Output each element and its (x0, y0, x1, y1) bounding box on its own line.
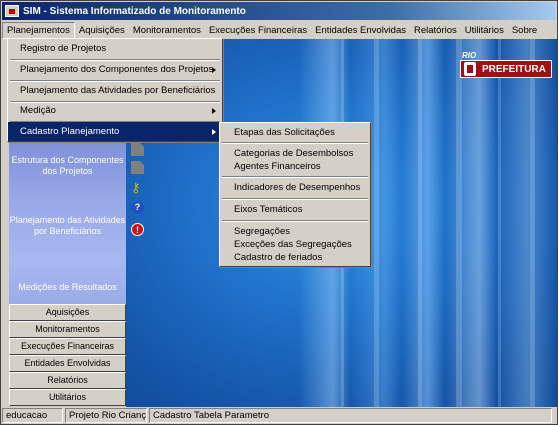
prefeitura-logo: RIO PREFEITURA (460, 51, 552, 89)
submenu-item-excecoes-segregacoes[interactable]: Exceções das Segregações (220, 238, 370, 251)
document-icon[interactable] (131, 161, 144, 174)
menu-item-planejamento-componentes[interactable]: Planejamento dos Componentes dos Projeto… (8, 60, 222, 80)
submenu-item-label: Segregações (234, 226, 290, 237)
submenu-item-indicadores-desempenhos[interactable]: Indicadores de Desempenhos (220, 181, 370, 194)
status-bar: educacao Projeto Rio Criança Cadastro Ta… (2, 407, 556, 424)
sidebar-relatorios-button[interactable]: Relatórios (9, 372, 126, 389)
menu-item-label: Cadastro Planejamento (20, 126, 120, 137)
menu-item-medicao[interactable]: Medição (8, 101, 222, 121)
submenu-item-etapas-solicitacoes[interactable]: Etapas das Solicitações (220, 126, 370, 139)
submenu-item-cadastro-feriados[interactable]: Cadastro de feriados (220, 251, 370, 264)
document-icon[interactable] (131, 143, 144, 156)
submenu-item-agentes-financeiros[interactable]: Agentes Financeiros (220, 160, 370, 173)
submenu-arrow-icon (212, 129, 216, 135)
menu-item-label: Planejamento das Atividades por Benefici… (20, 85, 216, 96)
cadastro-planejamento-submenu: Etapas das Solicitações Categorias de De… (219, 122, 371, 267)
menu-aquisicoes[interactable]: Aquisições (75, 23, 129, 38)
title-bar[interactable]: SIM - Sistema Informatizado de Monitoram… (2, 2, 556, 20)
menu-execucoes-financeiras[interactable]: Execuções Financeiras (205, 23, 311, 38)
desktop-stripe (456, 39, 462, 407)
desktop-stripe (498, 39, 501, 407)
sidebar-monitoramentos-button[interactable]: Monitoramentos (9, 321, 126, 338)
submenu-item-label: Categorias de Desembolsos (234, 148, 354, 159)
submenu-item-categorias-desembolsos[interactable]: Categorias de Desembolsos (220, 147, 370, 160)
submenu-arrow-icon (212, 108, 216, 114)
menu-item-label: Medição (20, 105, 56, 116)
logo-main-text: PREFEITURA (482, 63, 546, 75)
menu-separator (222, 198, 368, 200)
submenu-item-label: Indicadores de Desempenhos (234, 182, 361, 193)
menu-separator (222, 176, 368, 178)
menu-relatorios[interactable]: Relatórios (410, 23, 461, 38)
sidebar-item-medicoes-resultados[interactable]: Medições de Resultados (9, 282, 126, 293)
submenu-arrow-icon (212, 67, 216, 73)
app-icon[interactable] (5, 5, 19, 17)
sidebar-item-planejamento-atividades[interactable]: Planejamento das Atividades por Benefici… (9, 215, 126, 237)
sidebar-item-estrutura-componentes[interactable]: Estrutura dos Componentes dos Projetos (9, 155, 126, 177)
submenu-item-label: Cadastro de feriados (234, 252, 323, 263)
submenu-item-label: Etapas das Solicitações (234, 127, 335, 138)
menu-entidades-envolvidas[interactable]: Entidades Envolvidas (311, 23, 410, 38)
logo-rio-text: RIO (462, 51, 477, 60)
logo-box: PREFEITURA (460, 60, 552, 78)
menu-sobre[interactable]: Sobre (508, 23, 541, 38)
menu-separator (222, 220, 368, 222)
menu-monitoramentos[interactable]: Monitoramentos (129, 23, 205, 38)
sidebar-aquisicoes-button[interactable]: Aquisições (9, 304, 126, 321)
menu-item-cadastro-planejamento[interactable]: Cadastro Planejamento (8, 122, 222, 141)
status-screen: Cadastro Tabela Parametro (149, 408, 552, 423)
submenu-item-label: Exceções das Segregações (234, 239, 352, 250)
main-window: SIM - Sistema Informatizado de Monitoram… (0, 0, 558, 425)
submenu-item-segregacoes[interactable]: Segregações (220, 225, 370, 238)
status-user: educacao (2, 408, 63, 423)
desktop-stripe (374, 39, 379, 407)
sidebar-entidades-envolvidas-button[interactable]: Entidades Envolvidas (9, 355, 126, 372)
window-title: SIM - Sistema Informatizado de Monitoram… (23, 5, 246, 17)
menu-utilitarios[interactable]: Utilitários (461, 23, 508, 38)
desktop-stripe (418, 39, 422, 407)
tool-column: ⚷ ? ! (126, 135, 148, 245)
submenu-item-label: Eixos Temáticos (234, 204, 303, 215)
menu-item-planejamento-atividades[interactable]: Planejamento das Atividades por Benefici… (8, 81, 222, 101)
menu-item-label: Registro de Projetos (20, 43, 107, 54)
sidebar-utilitarios-button[interactable]: Utilitários (9, 389, 126, 406)
menu-item-registro-projetos[interactable]: Registro de Projetos (8, 39, 222, 59)
planejamentos-dropdown: Registro de Projetos Planejamento dos Co… (7, 38, 223, 142)
menu-item-label: Planejamento dos Componentes dos Projeto… (20, 64, 214, 75)
submenu-item-label: Agentes Financeiros (234, 161, 321, 172)
status-project: Projeto Rio Criança (65, 408, 147, 423)
menu-separator (222, 142, 368, 144)
desktop-stripe (530, 39, 535, 407)
menu-bar: Planejamentos Aquisições Monitoramentos … (2, 21, 556, 39)
exit-icon[interactable]: ! (131, 223, 144, 236)
submenu-item-eixos-tematicos[interactable]: Eixos Temáticos (220, 203, 370, 216)
sidebar-execucoes-financeiras-button[interactable]: Execuções Financeiras (9, 338, 126, 355)
key-icon[interactable]: ⚷ (131, 181, 144, 194)
city-emblem-icon (464, 62, 476, 76)
help-icon[interactable]: ? (131, 201, 144, 214)
menu-planejamentos[interactable]: Planejamentos (2, 21, 75, 39)
